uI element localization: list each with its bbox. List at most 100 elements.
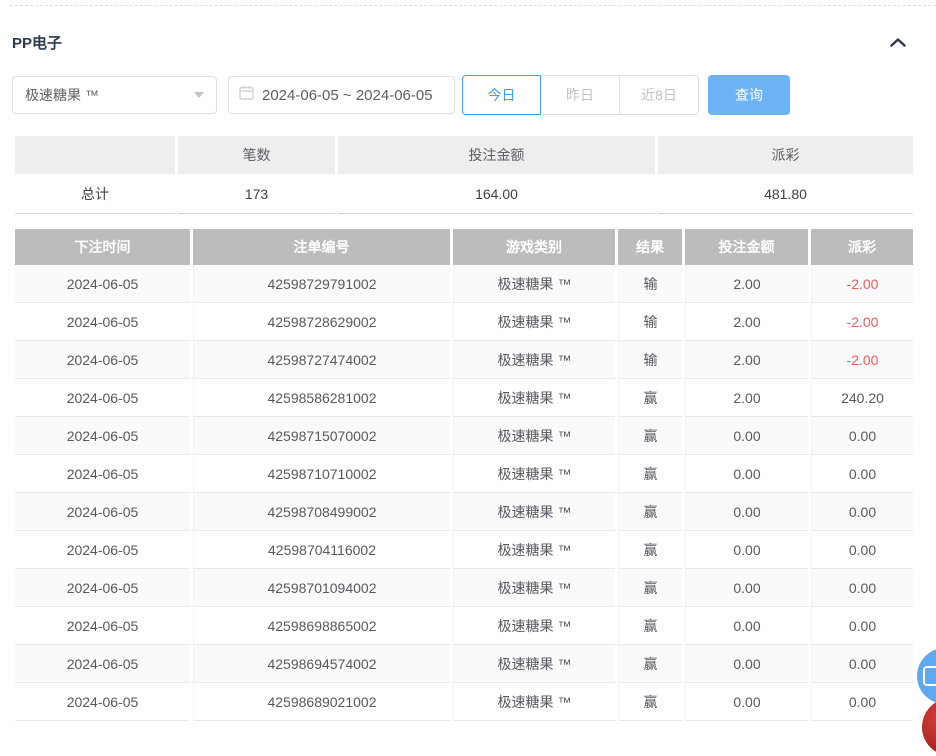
quick-date-button-group: 今日 昨日 近8日 <box>462 75 699 115</box>
cell-payout: 0.00 <box>811 493 913 531</box>
cell-bet-time: 2024-06-05 <box>15 417 190 455</box>
cell-bet-amount: 0.00 <box>685 683 808 721</box>
customer-service-button[interactable] <box>917 648 936 704</box>
today-button[interactable]: 今日 <box>462 75 541 115</box>
cell-game-type: 极速糖果 ™ <box>453 455 615 493</box>
cell-bet-time: 2024-06-05 <box>15 531 190 569</box>
caret-down-icon <box>194 92 204 98</box>
cell-payout: 0.00 <box>811 531 913 569</box>
cell-bet-time: 2024-06-05 <box>15 265 190 303</box>
cell-order-number: 42598586281002 <box>193 379 450 417</box>
page-title: PP电子 <box>12 32 62 53</box>
cell-game-type: 极速糖果 ™ <box>453 379 615 417</box>
cell-game-type: 极速糖果 ™ <box>453 341 615 379</box>
cell-game-type: 极速糖果 ™ <box>453 569 615 607</box>
table-row: 2024-06-0542598586281002极速糖果 ™赢2.00240.2… <box>15 379 913 417</box>
cell-bet-amount: 0.00 <box>685 493 808 531</box>
game-select[interactable]: 极速糖果 ™ <box>12 76 217 114</box>
col-payout: 派彩 <box>811 229 913 265</box>
cell-payout: 0.00 <box>811 645 913 683</box>
cell-payout: 240.20 <box>811 379 913 417</box>
summary-total-payout: 481.80 <box>658 174 913 214</box>
chevron-up-icon <box>890 35 906 50</box>
cell-game-type: 极速糖果 ™ <box>453 417 615 455</box>
summary-col-bet-amount: 投注金额 <box>338 136 655 174</box>
cell-order-number: 42598727474002 <box>193 341 450 379</box>
cell-bet-time: 2024-06-05 <box>15 645 190 683</box>
table-row: 2024-06-0542598689021002极速糖果 ™赢0.000.00 <box>15 683 913 721</box>
collapse-panel-button[interactable] <box>886 34 910 52</box>
summary-col-blank <box>15 136 175 174</box>
cell-bet-amount: 0.00 <box>685 455 808 493</box>
col-result: 结果 <box>618 229 682 265</box>
cell-game-type: 极速糖果 ™ <box>453 607 615 645</box>
table-row: 2024-06-0542598727474002极速糖果 ™输2.00-2.00 <box>15 341 913 379</box>
cell-payout: -2.00 <box>811 265 913 303</box>
yesterday-button[interactable]: 昨日 <box>541 75 620 115</box>
cell-bet-amount: 2.00 <box>685 303 808 341</box>
cell-game-type: 极速糖果 ™ <box>453 493 615 531</box>
cell-order-number: 42598729791002 <box>193 265 450 303</box>
cell-order-number: 42598715070002 <box>193 417 450 455</box>
cell-result: 赢 <box>618 569 682 607</box>
col-bet-time: 下注时间 <box>15 229 190 265</box>
summary-col-count: 笔数 <box>178 136 335 174</box>
table-row: 2024-06-0542598710710002极速糖果 ™赢0.000.00 <box>15 455 913 493</box>
pp-electronic-panel: PP电子 极速糖果 ™ 2024-06-05 ~ 2024-06-05 今日 昨… <box>12 32 910 721</box>
table-row: 2024-06-0542598704116002极速糖果 ™赢0.000.00 <box>15 531 913 569</box>
cell-payout: 0.00 <box>811 569 913 607</box>
cell-order-number: 42598704116002 <box>193 531 450 569</box>
cell-bet-amount: 0.00 <box>685 417 808 455</box>
cell-bet-time: 2024-06-05 <box>15 683 190 721</box>
records-header-row: 下注时间 注单编号 游戏类别 结果 投注金额 派彩 <box>15 229 913 265</box>
summary-total-bet-amount: 164.00 <box>338 174 655 214</box>
query-button[interactable]: 查询 <box>708 75 790 115</box>
col-bet-amount: 投注金额 <box>685 229 808 265</box>
cell-result: 赢 <box>618 417 682 455</box>
cell-result: 输 <box>618 265 682 303</box>
last-8-days-button[interactable]: 近8日 <box>620 75 699 115</box>
cell-result: 赢 <box>618 645 682 683</box>
date-range-input[interactable]: 2024-06-05 ~ 2024-06-05 <box>228 76 455 114</box>
cell-bet-time: 2024-06-05 <box>15 455 190 493</box>
cell-bet-time: 2024-06-05 <box>15 493 190 531</box>
summary-header-row: 笔数 投注金额 派彩 <box>15 136 913 174</box>
cell-bet-amount: 2.00 <box>685 341 808 379</box>
promo-floating-button[interactable]: b <box>922 698 936 756</box>
cell-result: 赢 <box>618 531 682 569</box>
panel-header: PP电子 <box>12 32 910 53</box>
records-table: 下注时间 注单编号 游戏类别 结果 投注金额 派彩 2024-06-054259… <box>12 229 916 721</box>
customer-service-icon <box>923 666 936 686</box>
table-row: 2024-06-0542598701094002极速糖果 ™赢0.000.00 <box>15 569 913 607</box>
cell-result: 输 <box>618 303 682 341</box>
cell-order-number: 42598708499002 <box>193 493 450 531</box>
summary-table: 笔数 投注金额 派彩 总计 173 164.00 481.80 <box>12 136 916 214</box>
cell-payout: -2.00 <box>811 303 913 341</box>
cell-bet-amount: 0.00 <box>685 645 808 683</box>
cell-game-type: 极速糖果 ™ <box>453 645 615 683</box>
cell-result: 赢 <box>618 455 682 493</box>
cell-bet-amount: 0.00 <box>685 607 808 645</box>
date-range-value: 2024-06-05 ~ 2024-06-05 <box>262 87 433 104</box>
summary-total-row: 总计 173 164.00 481.80 <box>15 174 913 214</box>
cell-payout: 0.00 <box>811 607 913 645</box>
summary-total-label: 总计 <box>15 174 175 214</box>
col-order-number: 注单编号 <box>193 229 450 265</box>
cell-result: 赢 <box>618 683 682 721</box>
cell-payout: 0.00 <box>811 455 913 493</box>
cell-bet-amount: 0.00 <box>685 569 808 607</box>
filter-bar: 极速糖果 ™ 2024-06-05 ~ 2024-06-05 今日 昨日 近8日… <box>12 75 910 115</box>
cell-payout: -2.00 <box>811 341 913 379</box>
cell-bet-amount: 0.00 <box>685 531 808 569</box>
cell-bet-time: 2024-06-05 <box>15 303 190 341</box>
table-row: 2024-06-0542598728629002极速糖果 ™输2.00-2.00 <box>15 303 913 341</box>
table-row: 2024-06-0542598715070002极速糖果 ™赢0.000.00 <box>15 417 913 455</box>
cell-bet-amount: 2.00 <box>685 379 808 417</box>
cell-bet-time: 2024-06-05 <box>15 607 190 645</box>
table-row: 2024-06-0542598729791002极速糖果 ™输2.00-2.00 <box>15 265 913 303</box>
table-row: 2024-06-0542598694574002极速糖果 ™赢0.000.00 <box>15 645 913 683</box>
cell-order-number: 42598694574002 <box>193 645 450 683</box>
cell-bet-time: 2024-06-05 <box>15 569 190 607</box>
game-select-value: 极速糖果 ™ <box>25 85 194 105</box>
cell-game-type: 极速糖果 ™ <box>453 683 615 721</box>
